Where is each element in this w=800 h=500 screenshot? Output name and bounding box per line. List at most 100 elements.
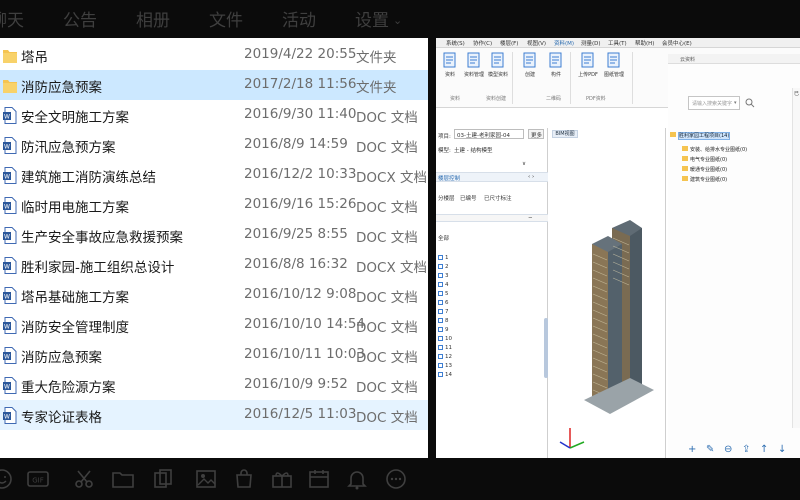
tree-node-label: 建筑专业图纸(0) bbox=[690, 177, 728, 183]
ribbon-button[interactable]: 模型资料 bbox=[486, 52, 510, 78]
ribbon-button[interactable]: 资料管理 bbox=[462, 52, 486, 78]
app-menu-item[interactable]: 测量(D) bbox=[581, 39, 601, 47]
file-name: 胜利家园-施工组织总设计 bbox=[21, 260, 175, 276]
model-dropdown-icon[interactable]: ∨ bbox=[522, 161, 526, 167]
filter-dimensioned[interactable]: 已尺寸标注 bbox=[484, 194, 512, 202]
svg-text:W: W bbox=[4, 204, 10, 211]
file-row[interactable]: W 消防安全管理制度 2016/10/10 14:54 DOC 文档 bbox=[0, 310, 428, 340]
folder-icon bbox=[3, 77, 17, 94]
floor-item-all[interactable]: 全部 bbox=[438, 234, 449, 242]
model-label: 模型: bbox=[438, 148, 451, 154]
tab-settings[interactable]: 设置 ⌄ bbox=[355, 6, 402, 31]
file-name: 重大危险源方案 bbox=[21, 380, 116, 396]
file-name: 专家论证表格 bbox=[21, 410, 102, 426]
copy-icon[interactable] bbox=[151, 467, 175, 491]
file-row[interactable]: 消防应急预案 2017/2/18 11:56 文件夹 bbox=[0, 70, 428, 100]
file-name: 消防安全管理制度 bbox=[21, 320, 129, 336]
tree-action-button[interactable]: ↓ bbox=[778, 444, 786, 455]
app-menu-item[interactable]: 会员中心(E) bbox=[662, 39, 692, 47]
model-doc-icon bbox=[491, 52, 505, 68]
doc-manage-icon bbox=[467, 52, 481, 68]
filter-by-floor[interactable]: 分楼层 bbox=[438, 194, 455, 202]
tab-activity[interactable]: 活动 bbox=[282, 6, 316, 31]
tree-action-button[interactable]: ⊖ bbox=[724, 444, 732, 455]
ribbon-button[interactable]: 构件 bbox=[544, 52, 568, 78]
right-column: 已 bbox=[792, 88, 800, 428]
svg-text:W: W bbox=[4, 174, 10, 181]
file-row[interactable]: W 安全文明施工方案 2016/9/30 11:40 DOC 文档 bbox=[0, 100, 428, 130]
project-select[interactable]: 03-土建-老利家园-04 bbox=[454, 129, 524, 139]
file-row[interactable]: W 生产安全事故应急救援预案 2016/9/25 8:55 DOC 文档 bbox=[0, 220, 428, 250]
ribbon-button[interactable]: 创建 bbox=[518, 52, 542, 78]
ribbon-button-label: 资料 bbox=[444, 72, 455, 78]
floor-list-scrollbar[interactable] bbox=[544, 318, 548, 378]
file-row[interactable]: W 重大危险源方案 2016/10/9 9:52 DOC 文档 bbox=[0, 370, 428, 400]
project-more-button[interactable]: 更多 bbox=[528, 129, 544, 139]
folder-icon bbox=[670, 132, 676, 137]
app-menu-item[interactable]: 楼层(F) bbox=[500, 39, 518, 47]
filter-numbered[interactable]: 已编号 bbox=[460, 194, 477, 202]
calendar-icon[interactable] bbox=[307, 467, 331, 491]
ribbon-button[interactable]: 图纸管理 bbox=[602, 52, 626, 78]
search-icon[interactable] bbox=[745, 98, 755, 108]
bag-icon[interactable] bbox=[232, 467, 256, 491]
bell-icon[interactable] bbox=[345, 467, 369, 491]
file-row[interactable]: W 建筑施工消防演练总结 2016/12/2 10:33 DOCX 文档 bbox=[0, 160, 428, 190]
tree-action-button[interactable]: ✎ bbox=[706, 444, 714, 455]
app-menu-item[interactable]: 资料(M) bbox=[554, 39, 574, 47]
file-row[interactable]: W 消防应急预案 2016/10/11 10:03 DOC 文档 bbox=[0, 340, 428, 370]
file-row[interactable]: W 防汛应急预方案 2016/8/9 14:59 DOC 文档 bbox=[0, 130, 428, 160]
app-menu-item[interactable]: 工具(T) bbox=[608, 39, 627, 47]
app-menu-item[interactable]: 系统(S) bbox=[446, 39, 465, 47]
tree-node[interactable]: 建筑专业图纸(0) bbox=[682, 166, 727, 185]
tab-album[interactable]: 相册 bbox=[136, 6, 170, 31]
collapse-icon[interactable]: − bbox=[528, 215, 533, 221]
cloud-document-panel: 云资料 请输入搜索关键字 ▾ 胜利家园工程项目(14) 安装、给排水专业图纸(0)… bbox=[668, 54, 800, 458]
tab-chat[interactable]: 聊天 bbox=[0, 6, 24, 31]
ribbon-group-label: 资料创建 bbox=[486, 96, 507, 102]
more-icon[interactable] bbox=[384, 467, 408, 491]
chat-toolbar: GIF bbox=[0, 458, 800, 500]
file-row[interactable]: W 专家论证表格 2016/12/5 11:03 DOC 文档 bbox=[0, 400, 428, 430]
gift-icon[interactable] bbox=[270, 467, 294, 491]
drawing-manage-icon bbox=[607, 52, 621, 68]
word-doc-icon: W bbox=[3, 107, 17, 124]
search-input[interactable]: 请输入搜索关键字 bbox=[688, 96, 740, 110]
tab-settings-label: 设置 bbox=[355, 11, 389, 31]
app-menu-item[interactable]: 视图(V) bbox=[527, 39, 546, 47]
file-name: 塔吊 bbox=[21, 50, 48, 66]
file-row[interactable]: W 胜利家园-施工组织总设计 2016/8/8 16:32 DOCX 文档 bbox=[0, 250, 428, 280]
file-date: 2016/9/30 11:40 bbox=[244, 106, 357, 122]
ribbon-button[interactable]: 上传PDF bbox=[576, 52, 600, 78]
scissors-icon[interactable] bbox=[72, 467, 96, 491]
image-icon[interactable] bbox=[194, 467, 218, 491]
app-menu-item[interactable]: 帮助(H) bbox=[635, 39, 654, 47]
floor-list-header: − bbox=[436, 214, 548, 222]
model-value: 土建 - 结构模型 bbox=[454, 148, 493, 154]
gif-icon[interactable]: GIF bbox=[26, 467, 50, 491]
file-name: 安全文明施工方案 bbox=[21, 110, 129, 126]
file-name: 生产安全事故应急救援预案 bbox=[21, 230, 183, 246]
view-tab[interactable]: BIM视图 bbox=[552, 130, 578, 138]
tab-notice[interactable]: 公告 bbox=[63, 6, 97, 31]
file-name: 消防应急预案 bbox=[21, 80, 102, 96]
search-placeholder: 请输入搜索关键字 bbox=[692, 101, 733, 107]
file-row[interactable]: W 临时用电施工方案 2016/9/16 15:26 DOC 文档 bbox=[0, 190, 428, 220]
tree-action-button[interactable]: ⇪ bbox=[742, 444, 750, 455]
file-date: 2016/10/9 9:52 bbox=[244, 376, 348, 392]
file-type: DOC 文档 bbox=[356, 410, 418, 426]
file-row[interactable]: W 塔吊基础施工方案 2016/10/12 9:08 DOC 文档 bbox=[0, 280, 428, 310]
app-menu-item[interactable]: 协作(C) bbox=[473, 39, 492, 47]
panel-nav-icon[interactable]: ‹ › bbox=[528, 174, 534, 180]
file-type: 文件夹 bbox=[356, 80, 397, 96]
floor-item[interactable]: 14 bbox=[438, 361, 452, 380]
tree-action-button[interactable]: ↑ bbox=[760, 444, 768, 455]
folder-icon[interactable] bbox=[111, 467, 135, 491]
file-row[interactable]: 塔吊 2019/4/22 20:55 文件夹 bbox=[0, 40, 428, 70]
tab-files[interactable]: 文件 bbox=[209, 6, 243, 31]
ribbon-button[interactable]: 资料 bbox=[438, 52, 462, 78]
search-dropdown-icon[interactable]: ▾ bbox=[734, 100, 737, 106]
emoji-icon[interactable] bbox=[0, 467, 14, 491]
tree-action-button[interactable]: + bbox=[688, 444, 696, 455]
file-date: 2016/10/10 14:54 bbox=[244, 316, 366, 332]
